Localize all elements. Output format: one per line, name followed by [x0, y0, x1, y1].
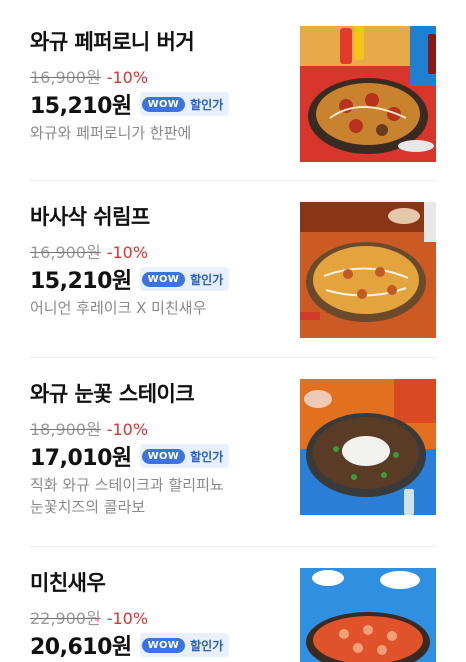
sale-price: 15,210원 [30, 94, 132, 119]
menu-item[interactable]: 미친새우 22,900원 -10% 20,610원 WOW 할인가 [0, 547, 466, 662]
wow-discount-badge: WOW 할인가 [139, 444, 230, 468]
price-row: 16,900원 -10% [30, 239, 148, 263]
sale-row: 15,210원 WOW 할인가 [30, 263, 230, 295]
original-price: 16,900원 [30, 68, 101, 87]
discount-rate: -10% [106, 243, 149, 262]
pizza-pepperoni-burger-photo[interactable] [300, 26, 436, 162]
wow-label: 할인가 [190, 272, 224, 287]
menu-item[interactable]: 와규 페퍼로니 버거 16,900원 -10% 15,210원 WOW 할인가 와규… [0, 0, 466, 180]
original-price: 18,900원 [30, 420, 101, 439]
description-line: 어니언 후레이크 X 미친새우 [30, 299, 207, 317]
pizza-shrimp-blue-photo[interactable] [300, 568, 436, 662]
sale-price: 20,610원 [30, 635, 132, 660]
original-price: 16,900원 [30, 243, 101, 262]
menu-item-name: 와규 페퍼로니 버거 [30, 30, 195, 54]
menu-item-description: 어니언 후레이크 X 미친새우 [30, 297, 206, 319]
menu-item[interactable]: 바사삭 쉬림프 16,900원 -10% 15,210원 WOW 할인가 어니언 후… [0, 181, 466, 357]
price-row: 22,900원 -10% [30, 605, 148, 629]
description-line: 와규와 페퍼로니가 한판에 [30, 124, 192, 142]
wow-badge: WOW [141, 637, 186, 653]
price-row: 18,900원 -10% [30, 416, 148, 440]
menu-item-description: 와규와 페퍼로니가 한판에 [30, 122, 191, 144]
sale-row: 17,010원 WOW 할인가 [30, 440, 230, 472]
menu-item-name: 미친새우 [30, 571, 106, 595]
price-row: 16,900원 -10% [30, 64, 148, 88]
sale-price: 15,210원 [30, 269, 132, 294]
wow-badge: WOW [141, 271, 186, 287]
menu-item[interactable]: 와규 눈꽃 스테이크 18,900원 -10% 17,010원 WOW 할인가 직화… [0, 358, 466, 546]
menu-item-name: 바사삭 쉬림프 [30, 205, 150, 229]
menu-item-name: 와규 눈꽃 스테이크 [30, 382, 195, 406]
menu-list: 와규 페퍼로니 버거 16,900원 -10% 15,210원 WOW 할인가 와규… [0, 0, 466, 662]
wow-discount-badge: WOW 할인가 [139, 267, 230, 291]
wow-discount-badge: WOW 할인가 [139, 633, 230, 657]
wow-label: 할인가 [190, 97, 224, 112]
wow-label: 할인가 [190, 638, 224, 653]
wow-badge: WOW [141, 448, 186, 464]
pizza-steak-snow-cheese-photo[interactable] [300, 379, 436, 515]
discount-rate: -10% [106, 68, 149, 87]
pizza-shrimp-photo[interactable] [300, 202, 436, 338]
wow-badge: WOW [141, 96, 186, 112]
discount-rate: -10% [106, 609, 149, 628]
original-price: 22,900원 [30, 609, 101, 628]
sale-row: 15,210원 WOW 할인가 [30, 88, 230, 120]
sale-row: 20,610원 WOW 할인가 [30, 629, 230, 661]
wow-discount-badge: WOW 할인가 [139, 92, 230, 116]
wow-label: 할인가 [190, 449, 224, 464]
menu-item-description: 직화 와규 스테이크과 할리피뇨 눈꽃치즈의 콜라보 [30, 474, 224, 518]
discount-rate: -10% [106, 420, 149, 439]
description-line: 눈꽃치즈의 콜라보 [30, 498, 146, 516]
sale-price: 17,010원 [30, 446, 132, 471]
description-line: 직화 와규 스테이크과 할리피뇨 [30, 476, 224, 494]
